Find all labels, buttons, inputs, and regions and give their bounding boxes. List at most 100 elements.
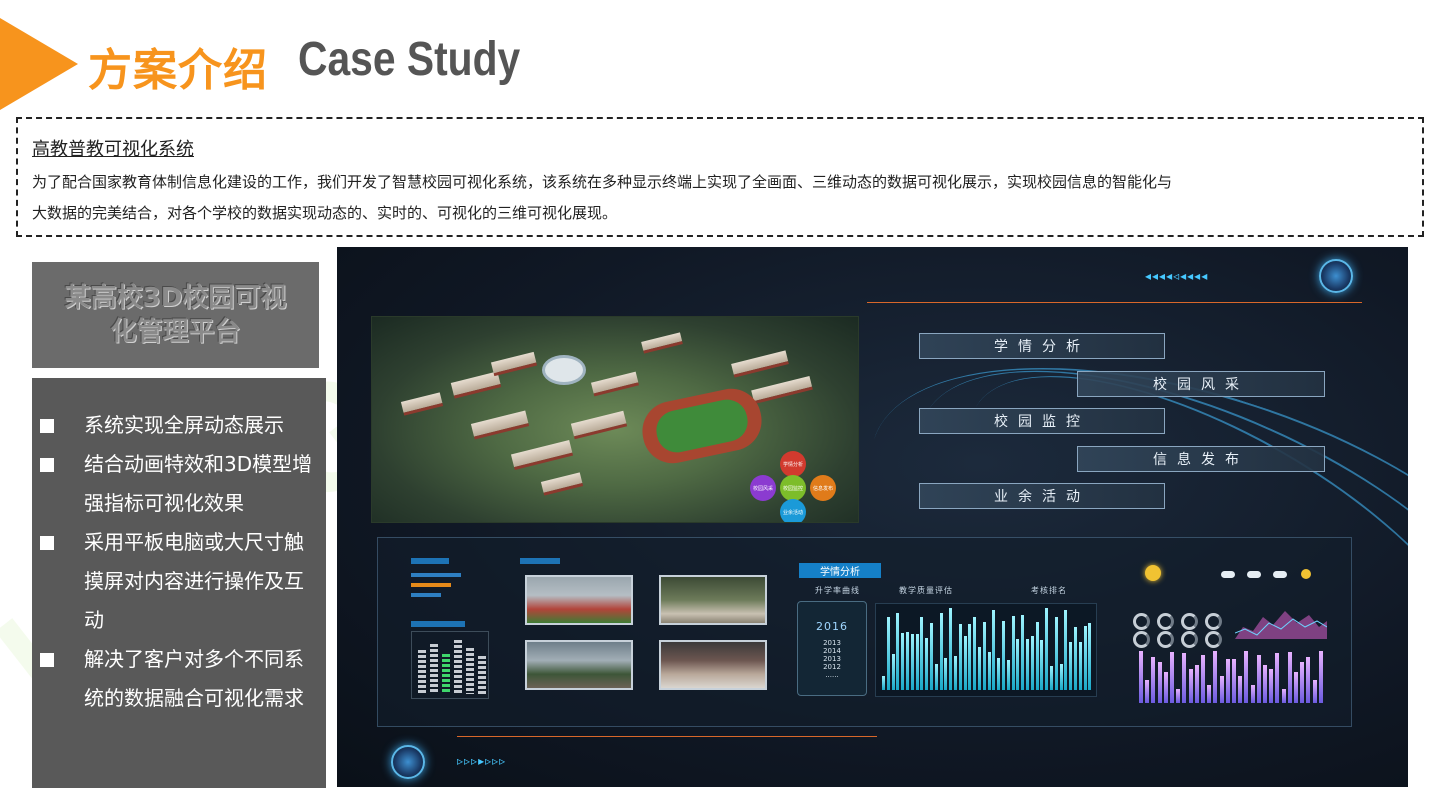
chart-bar — [1064, 610, 1068, 690]
chart-bar — [1188, 668, 1193, 703]
ring-gauge-icon — [1157, 613, 1174, 630]
year-item[interactable]: 2013 — [798, 639, 866, 647]
year-item[interactable]: 2013 — [798, 655, 866, 663]
bullet-icon — [40, 458, 54, 472]
chart-bar — [1170, 651, 1174, 703]
panel-label — [520, 558, 560, 564]
divider-line — [457, 736, 877, 737]
chart-bar — [968, 623, 972, 690]
chart-bar — [1035, 621, 1039, 690]
building — [490, 351, 538, 377]
year-current: 2016 — [816, 620, 848, 633]
chart-bar — [978, 646, 981, 690]
chart-bar — [886, 617, 890, 690]
page-title-cn: 方案介绍 — [88, 45, 268, 96]
chart-bar — [1030, 636, 1034, 690]
orb-menu-circle[interactable]: 信息发布 — [810, 475, 836, 501]
progress-bar — [411, 573, 461, 577]
chart-bar — [949, 608, 953, 690]
chart-bar — [920, 616, 924, 690]
chart-bar — [1145, 680, 1150, 703]
chart-bar — [882, 676, 885, 690]
chart-bar — [954, 656, 957, 690]
feature-text: 解决了客户对多个不同系统的数据融合可视化需求 — [84, 647, 304, 710]
meter-bar — [430, 644, 438, 694]
chart-bar — [891, 653, 895, 690]
weather-cloud-icon — [1247, 571, 1261, 578]
year-selector[interactable]: 2016 2013 2014 2013 2012 ...... — [797, 601, 867, 696]
chart-bar — [1294, 672, 1298, 703]
chart-bar — [910, 633, 914, 690]
campus-aerial-view: 学情分析 校园监控 校园风采 信息发布 业余活动 — [371, 316, 859, 523]
year-item[interactable]: 2014 — [798, 647, 866, 655]
year-list: 2013 2014 2013 2012 ...... — [798, 639, 866, 679]
orb-menu-circle[interactable]: 校园监控 — [780, 475, 806, 501]
chart-bar — [1006, 660, 1010, 690]
meter-bar — [466, 648, 474, 694]
analysis-tab[interactable]: 学情分析 — [799, 563, 881, 578]
orb-menu-circle[interactable]: 学情分析 — [780, 451, 806, 477]
arrow-strip-icon: ◂◂◂◂◃◂◂◂◂ — [1145, 269, 1209, 283]
feature-item: 系统实现全屏动态展示 — [40, 406, 316, 445]
globe-orb-icon[interactable] — [391, 745, 425, 779]
camera-feed[interactable] — [659, 640, 767, 690]
camera-feed[interactable] — [525, 575, 633, 625]
chart-bar — [901, 632, 905, 690]
chart-bar — [1287, 651, 1292, 703]
chart-bar — [944, 658, 948, 690]
chart-bar — [1256, 654, 1261, 703]
feature-item: 解决了客户对多个不同系统的数据融合可视化需求 — [40, 640, 316, 718]
chart-bar — [1016, 638, 1020, 690]
building — [751, 375, 813, 405]
chart-bar — [997, 657, 1001, 690]
platform-title-line-2: 化管理平台 — [110, 317, 241, 347]
chart-bar — [1318, 651, 1323, 703]
chart-bar — [925, 638, 929, 690]
page-title-en: Case Study — [298, 33, 521, 86]
chart-bar — [1078, 641, 1082, 690]
building — [570, 410, 628, 440]
camera-feed[interactable] — [659, 575, 767, 625]
platform-title-line-1: 某高校3D校园可视 — [64, 283, 287, 313]
orb-menu-circle[interactable]: 校园风采 — [750, 475, 776, 501]
camera-feed[interactable] — [525, 640, 633, 690]
menu-item-campus-style[interactable]: 校园风采 — [1077, 371, 1325, 397]
chart-bar — [1225, 659, 1230, 703]
chart-bar — [1054, 617, 1058, 690]
intro-body: 为了配合国家教育体制信息化建设的工作，我们开发了智慧校园可视化系统，该系统在多种… — [32, 167, 1408, 229]
chart-bar — [1238, 676, 1243, 703]
globe-orb-icon[interactable] — [1319, 259, 1353, 293]
menu-item-leisure-activities[interactable]: 业余活动 — [919, 483, 1165, 509]
orb-menu-circle[interactable]: 业余活动 — [780, 499, 806, 522]
year-item[interactable]: ...... — [798, 671, 866, 679]
building — [641, 332, 683, 354]
menu-item-campus-monitor[interactable]: 校园监控 — [919, 408, 1165, 434]
dashboard-screenshot: ◂◂◂◂◃◂◂◂◂ 学情分析 校园监控 校园风采 信息发布 业余活动 学情分析 … — [337, 247, 1408, 787]
meter-bar — [442, 654, 450, 694]
chart-bar — [1139, 651, 1143, 703]
chart-bar — [906, 632, 909, 690]
right-bar-chart — [1137, 639, 1327, 703]
chart-bar — [939, 613, 943, 690]
meter-bar — [418, 650, 426, 694]
feature-list: 系统实现全屏动态展示 结合动画特效和3D模型增强指标可视化效果 采用平板电脑或大… — [32, 378, 326, 788]
intro-line-2: 大数据的完美结合，对各个学校的数据实现动态的、实时的、可视化的三维可视化展现。 — [32, 204, 618, 222]
year-item[interactable]: 2012 — [798, 663, 866, 671]
chart-bar — [1011, 616, 1015, 690]
chart-bar — [1083, 626, 1087, 690]
chart-bar — [1059, 664, 1063, 690]
panel-label — [411, 621, 465, 627]
feature-text: 系统实现全屏动态展示 — [84, 413, 284, 437]
weather-sun-icon — [1145, 565, 1161, 581]
chart-bar — [1026, 639, 1029, 690]
ring-gauge-icon — [1205, 613, 1222, 630]
menu-item-study-analysis[interactable]: 学情分析 — [919, 333, 1165, 359]
chart-bar — [987, 651, 991, 690]
stadium — [542, 355, 586, 385]
chart-bar — [1250, 684, 1255, 703]
chart-bar — [1219, 676, 1224, 703]
weather-cloud-icon — [1221, 571, 1235, 578]
chart-bar — [896, 613, 900, 690]
menu-item-info-release[interactable]: 信息发布 — [1077, 446, 1325, 472]
chart-bar — [1151, 656, 1156, 703]
